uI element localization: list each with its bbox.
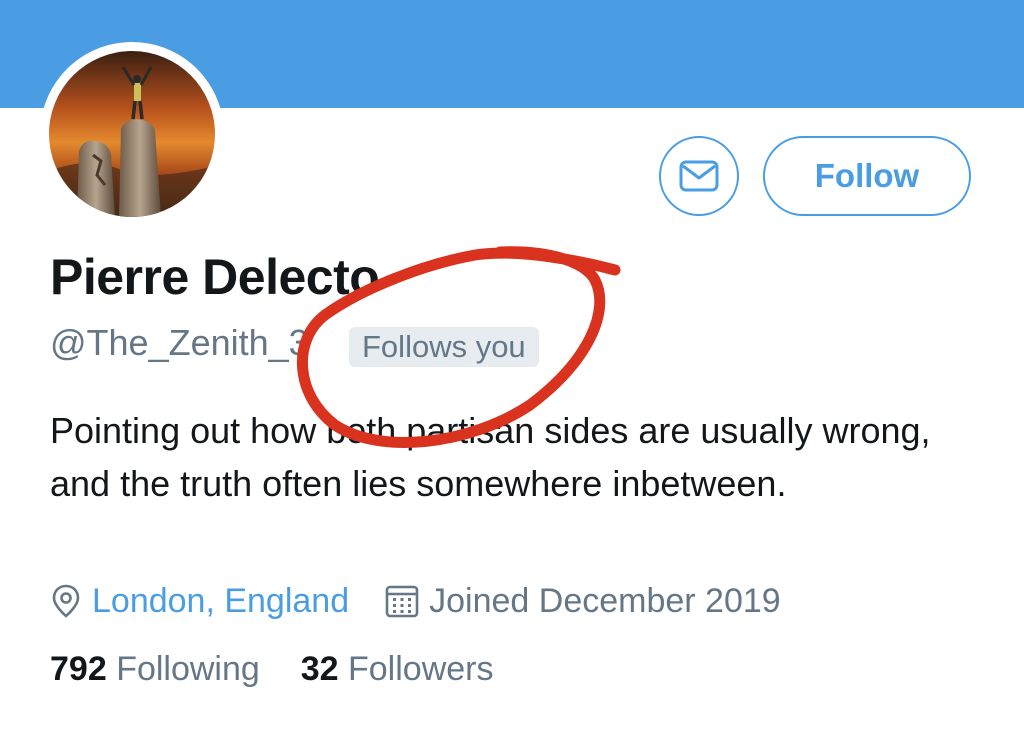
location-link[interactable]: London, England — [92, 582, 349, 621]
map-pin-icon — [52, 584, 80, 618]
followers-label: Followers — [348, 650, 494, 688]
following-link[interactable]: 792 Following — [50, 650, 260, 688]
joined-date-group: Joined December 2019 — [385, 582, 781, 621]
following-count: 792 — [50, 650, 107, 688]
avatar[interactable] — [40, 42, 224, 226]
profile-page: Follow Pierre Delecto @The_Zenith_3 Foll… — [0, 0, 1024, 742]
joined-date: Joined December 2019 — [429, 581, 781, 620]
message-button[interactable] — [659, 136, 739, 216]
calendar-icon — [385, 585, 419, 618]
follow-button[interactable]: Follow — [763, 136, 971, 216]
avatar-image — [49, 51, 215, 217]
display-name: Pierre Delecto — [50, 249, 380, 305]
followers-link[interactable]: 32 Followers — [301, 650, 494, 688]
followers-count: 32 — [300, 650, 339, 688]
following-label: Following — [116, 650, 260, 688]
follows-you-badge: Follows you — [349, 327, 539, 367]
profile-meta: London, England Joined December 2019 — [50, 578, 781, 624]
mail-icon — [679, 160, 719, 192]
user-handle: @The_Zenith_3 — [50, 322, 309, 363]
profile-bio: Pointing out how both partisan sides are… — [50, 410, 931, 504]
follow-stats: 792 Following 32 Followers — [50, 650, 493, 689]
